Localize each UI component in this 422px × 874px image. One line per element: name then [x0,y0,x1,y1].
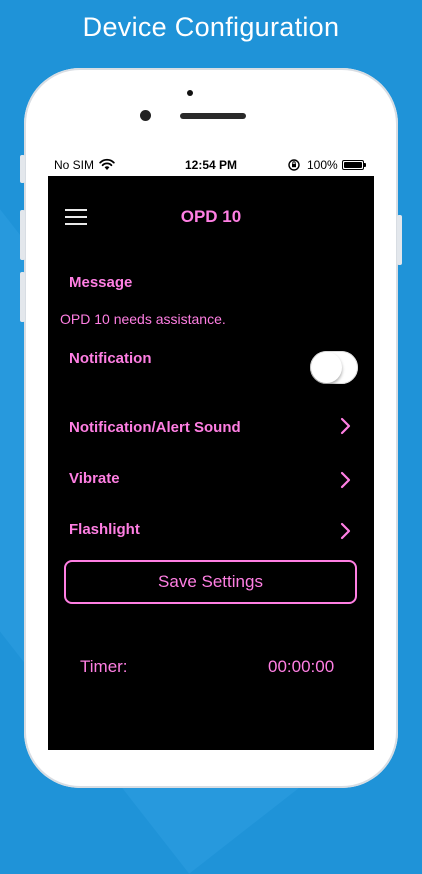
chevron-right-icon [340,417,351,435]
row-label: Notification/Alert Sound [69,419,241,436]
phone-volume-down-button [20,272,25,322]
proximity-sensor [187,90,193,96]
timer-value: 00:00:00 [268,657,335,676]
toggle-knob [311,352,342,383]
phone-volume-up-button [20,210,25,260]
notification-label: Notification [69,350,152,367]
nav-title: OPD 10 [180,207,242,226]
status-bar: No SIM 12:54 PM 100% [48,155,374,176]
phone-mute-switch [20,155,25,183]
save-settings-button[interactable]: Save Settings [64,560,357,604]
message-label: Message [69,274,133,291]
battery-icon [342,160,366,170]
row-label: Flashlight [69,521,140,538]
headline: Device Configuration [82,12,340,42]
earpiece-speaker [180,113,246,119]
battery-percent: 100% [307,158,338,172]
timer-label: Timer: [80,657,128,676]
orientation-lock-icon [288,159,300,171]
app-screen: No SIM 12:54 PM 100% OPD 10 Message OPD … [48,155,374,750]
chevron-right-icon [340,522,351,540]
row-label: Vibrate [69,470,120,487]
message-text: OPD 10 needs assistance. [60,311,226,327]
notification-toggle[interactable] [310,351,358,384]
front-camera [140,110,151,121]
phone-power-button [397,215,402,265]
chevron-right-icon [340,471,351,489]
